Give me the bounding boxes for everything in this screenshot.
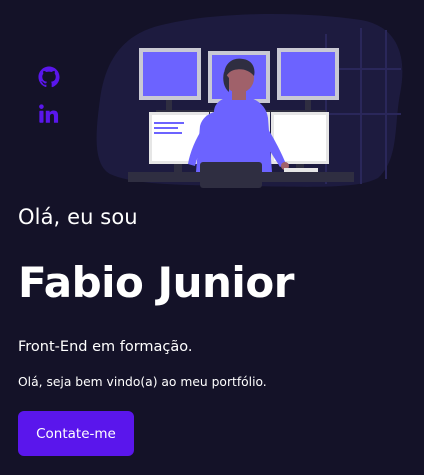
social-links [38,66,62,140]
desk [128,172,354,182]
welcome-text: Olá, seja bem vindo(a) ao meu portfólio. [18,375,267,389]
hero-illustration [96,14,406,189]
github-link[interactable] [38,66,60,88]
contact-button[interactable]: Contate-me [18,411,134,456]
keyboard [284,168,318,172]
name-heading: Fabio Junior [18,258,294,307]
role-text: Front-End em formação. [18,339,193,355]
linkedin-link[interactable] [38,103,60,125]
github-icon [38,66,60,88]
linkedin-icon [39,104,59,123]
greeting-heading: Olá, eu sou [18,205,138,229]
